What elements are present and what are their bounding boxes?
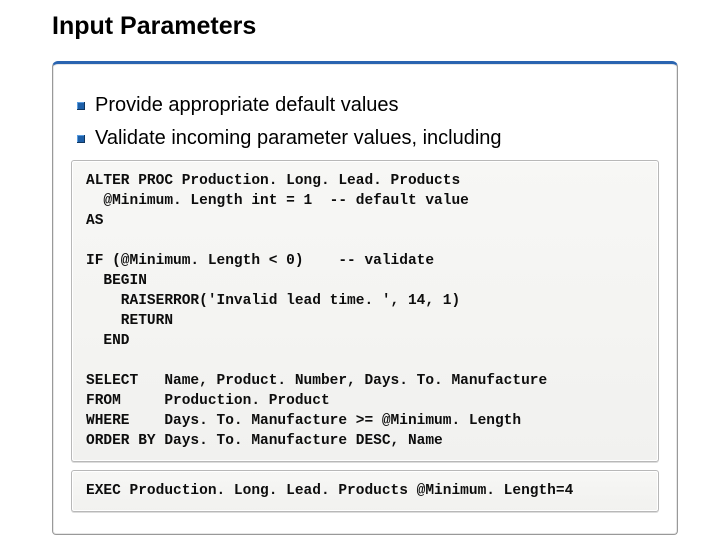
code-block-main: ALTER PROC Production. Long. Lead. Produ…	[71, 160, 659, 462]
code-block-exec: EXEC Production. Long. Lead. Products @M…	[71, 470, 659, 512]
content-frame: Provide appropriate default values Valid…	[52, 61, 678, 535]
page-title: Input Parameters	[52, 12, 678, 41]
bullet-item: Validate incoming parameter values, incl…	[71, 125, 659, 152]
bullet-list: Provide appropriate default values Valid…	[71, 92, 659, 152]
bullet-item: Provide appropriate default values	[71, 92, 659, 119]
